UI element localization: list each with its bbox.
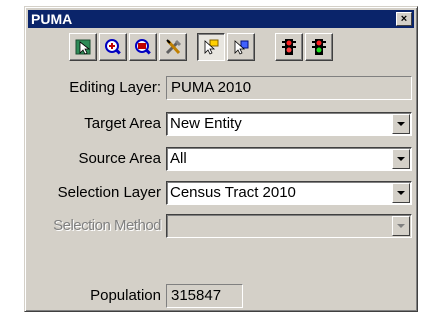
- chevron-down-icon[interactable]: [392, 149, 410, 169]
- source-area-select[interactable]: All: [166, 147, 412, 171]
- chevron-down-icon[interactable]: [392, 114, 410, 134]
- title-bar[interactable]: PUMA ×: [28, 10, 414, 28]
- pointer-info-icon: [234, 40, 249, 55]
- pointer-info-button[interactable]: [227, 33, 255, 61]
- go-button[interactable]: [305, 33, 333, 61]
- close-button[interactable]: ×: [396, 12, 412, 26]
- selection-layer-select[interactable]: Census Tract 2010: [166, 181, 412, 205]
- zoom-to-selection-button[interactable]: [129, 33, 157, 61]
- pointer-select-icon: [204, 39, 219, 55]
- target-area-label: Target Area: [84, 115, 161, 132]
- zoom-to-selection-icon: [135, 39, 151, 55]
- zoom-in-icon: [105, 39, 121, 55]
- tools-button[interactable]: [159, 33, 187, 61]
- traffic-light-red-icon: [282, 39, 296, 55]
- source-area-label: Source Area: [78, 150, 161, 167]
- stop-button[interactable]: [275, 33, 303, 61]
- traffic-light-green-icon: [312, 39, 326, 55]
- selection-layer-value: Census Tract 2010: [170, 184, 296, 201]
- editing-layer-label: Editing Layer:: [69, 79, 161, 96]
- population-value: 315847: [166, 284, 243, 308]
- selection-layer-label: Selection Layer: [57, 184, 161, 201]
- target-area-value: New Entity: [170, 115, 242, 132]
- select-features-button[interactable]: [69, 33, 97, 61]
- population-label: Population: [90, 287, 161, 304]
- select-features-icon: [75, 39, 91, 55]
- chevron-down-icon: [392, 216, 410, 236]
- pointer-select-button[interactable]: [197, 33, 225, 61]
- window-title: PUMA: [31, 11, 73, 27]
- zoom-in-button[interactable]: [99, 33, 127, 61]
- source-area-value: All: [170, 150, 187, 167]
- editing-layer-value: PUMA 2010: [166, 76, 412, 100]
- selection-method-select: [166, 214, 412, 238]
- selection-method-label: Selection Method: [53, 217, 161, 234]
- target-area-select[interactable]: New Entity: [166, 112, 412, 136]
- tools-icon: [165, 39, 182, 55]
- chevron-down-icon[interactable]: [392, 183, 410, 203]
- puma-window: PUMA × Editing Layer: PUMA 2010 Target A…: [24, 6, 418, 312]
